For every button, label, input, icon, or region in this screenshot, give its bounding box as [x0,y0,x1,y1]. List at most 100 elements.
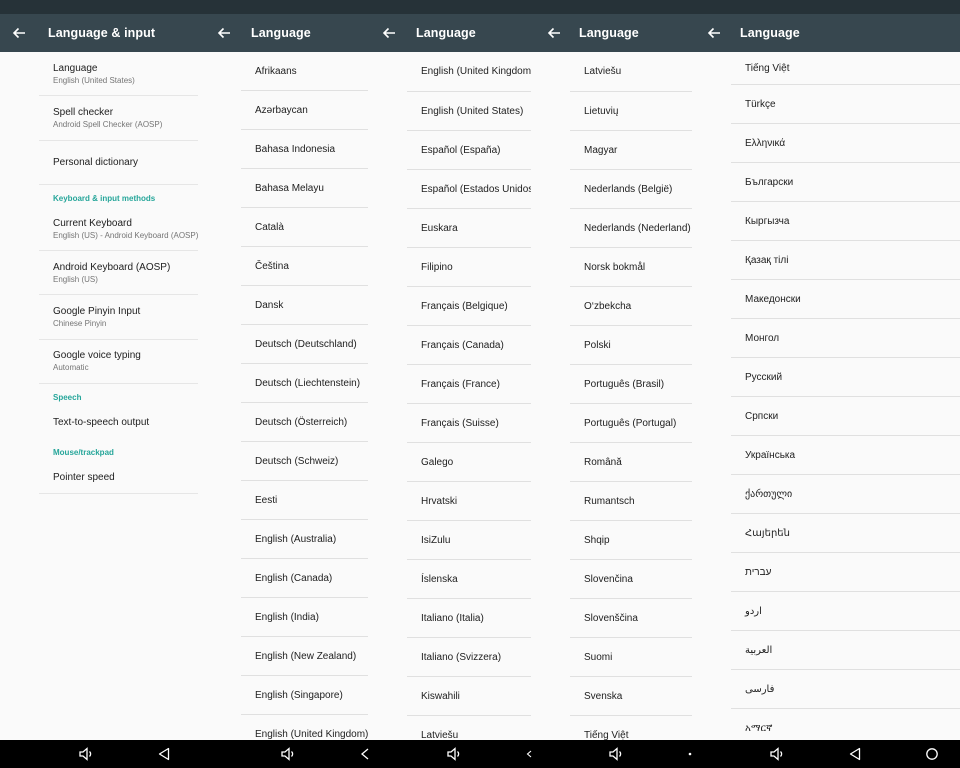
back-nav-button[interactable] [685,740,695,768]
app-bar: Language [695,14,960,52]
volume-button[interactable] [765,740,789,768]
language-option[interactable]: Italiano (Svizzera) [407,638,531,677]
setting-pointer-speed[interactable]: Pointer speed [39,461,198,495]
language-option[interactable]: Türkçe [731,85,960,124]
language-option[interactable]: Deutsch (Schweiz) [241,442,368,481]
language-option[interactable]: Кыргызча [731,202,960,241]
setting-current-keyboard[interactable]: Current Keyboard English (US) - Android … [39,207,198,252]
language-option[interactable]: Українська [731,436,960,475]
home-button[interactable] [921,740,943,768]
language-option[interactable]: English (Canada) [241,559,368,598]
setting-summary: Android Spell Checker (AOSP) [53,119,163,129]
language-option[interactable]: Български [731,163,960,202]
language-option[interactable]: Português (Brasil) [570,365,692,404]
language-option[interactable]: العربية [731,631,960,670]
back-button[interactable] [205,14,243,52]
language-option[interactable]: Deutsch (Deutschland) [241,325,368,364]
language-option[interactable]: Lietuvių [570,92,692,131]
setting-personal-dictionary[interactable]: Personal dictionary [39,141,198,185]
language-option[interactable]: ქართული [731,475,960,514]
language-option[interactable]: Slovenščina [570,599,692,638]
language-option[interactable]: English (India) [241,598,368,637]
language-option[interactable]: اردو [731,592,960,631]
volume-button[interactable] [74,740,98,768]
back-button[interactable] [0,14,38,52]
language-option[interactable]: English (Singapore) [241,676,368,715]
volume-button[interactable] [442,740,466,768]
back-nav-button[interactable] [845,740,865,768]
language-option[interactable]: Deutsch (Österreich) [241,403,368,442]
language-option[interactable]: Čeština [241,247,368,286]
language-option[interactable]: Tiếng Việt [731,52,960,85]
language-option[interactable]: Français (Suisse) [407,404,531,443]
language-option[interactable]: O‘zbekcha [570,287,692,326]
volume-button[interactable] [276,740,300,768]
language-option[interactable]: Azərbaycan [241,91,368,130]
language-option[interactable]: Euskara [407,209,531,248]
language-option[interactable]: Français (France) [407,365,531,404]
language-option[interactable]: Norsk bokmål [570,248,692,287]
back-button[interactable] [370,14,408,52]
language-option[interactable]: فارسی [731,670,960,709]
language-option[interactable]: IsiZulu [407,521,531,560]
language-option[interactable]: Español (Estados Unidos) [407,170,531,209]
language-option[interactable]: Қазақ тілі [731,241,960,280]
back-nav-button[interactable] [356,740,374,768]
setting-text-to-speech[interactable]: Text-to-speech output [39,406,198,439]
setting-spell-checker[interactable]: Spell checker Android Spell Checker (AOS… [39,96,198,141]
setting-google-pinyin[interactable]: Google Pinyin Input Chinese Pinyin [39,295,198,340]
language-option[interactable]: Tiếng Việt [570,716,692,741]
setting-google-voice-typing[interactable]: Google voice typing Automatic [39,340,198,385]
language-option[interactable]: English (United Kingdom) [407,52,531,92]
language-option[interactable]: עברית [731,553,960,592]
language-option[interactable]: Français (Belgique) [407,287,531,326]
language-option[interactable]: Nederlands (Nederland) [570,209,692,248]
language-option[interactable]: Italiano (Italia) [407,599,531,638]
setting-language[interactable]: Language English (United States) [39,52,198,97]
language-label: Magyar [584,144,618,156]
back-nav-button[interactable] [523,740,535,768]
language-option[interactable]: Slovenčina [570,560,692,599]
language-option[interactable]: Català [241,208,368,247]
volume-button[interactable] [604,740,628,768]
language-option[interactable]: Ελληνικά [731,124,960,163]
language-option[interactable]: English (Australia) [241,520,368,559]
language-option[interactable]: Latviešu [407,716,531,741]
language-option[interactable]: Dansk [241,286,368,325]
language-option[interactable]: Српски [731,397,960,436]
language-option[interactable]: Latviešu [570,52,692,92]
back-button[interactable] [695,14,733,52]
language-option[interactable]: Shqip [570,521,692,560]
language-option[interactable]: Deutsch (Liechtenstein) [241,364,368,403]
language-option[interactable]: Galego [407,443,531,482]
language-option[interactable]: Magyar [570,131,692,170]
language-option[interactable]: Русский [731,358,960,397]
setting-android-keyboard[interactable]: Android Keyboard (AOSP) English (US) [39,251,198,296]
language-option[interactable]: Français (Canada) [407,326,531,365]
language-option[interactable]: Bahasa Melayu [241,169,368,208]
back-button[interactable] [535,14,573,52]
language-option[interactable]: Hrvatski [407,482,531,521]
language-option[interactable]: Português (Portugal) [570,404,692,443]
language-option[interactable]: Filipino [407,248,531,287]
language-option[interactable]: Polski [570,326,692,365]
language-option[interactable]: Nederlands (België) [570,170,692,209]
language-option[interactable]: Svenska [570,677,692,716]
language-option[interactable]: Македонски [731,280,960,319]
language-option[interactable]: Eesti [241,481,368,520]
language-option[interactable]: Հայերեն [731,514,960,553]
language-option[interactable]: Afrikaans [241,52,368,91]
language-option[interactable]: English (United Kingdom) [241,715,368,740]
language-option[interactable]: Rumantsch [570,482,692,521]
language-option[interactable]: English (United States) [407,92,531,131]
language-option[interactable]: English (New Zealand) [241,637,368,676]
language-option[interactable]: Bahasa Indonesia [241,130,368,169]
language-option[interactable]: Монгол [731,319,960,358]
language-option[interactable]: Kiswahili [407,677,531,716]
language-option[interactable]: Suomi [570,638,692,677]
language-option[interactable]: Español (España) [407,131,531,170]
language-option[interactable]: አማርኛ [731,709,960,740]
back-nav-button[interactable] [154,740,174,768]
language-option[interactable]: Română [570,443,692,482]
language-option[interactable]: Íslenska [407,560,531,599]
